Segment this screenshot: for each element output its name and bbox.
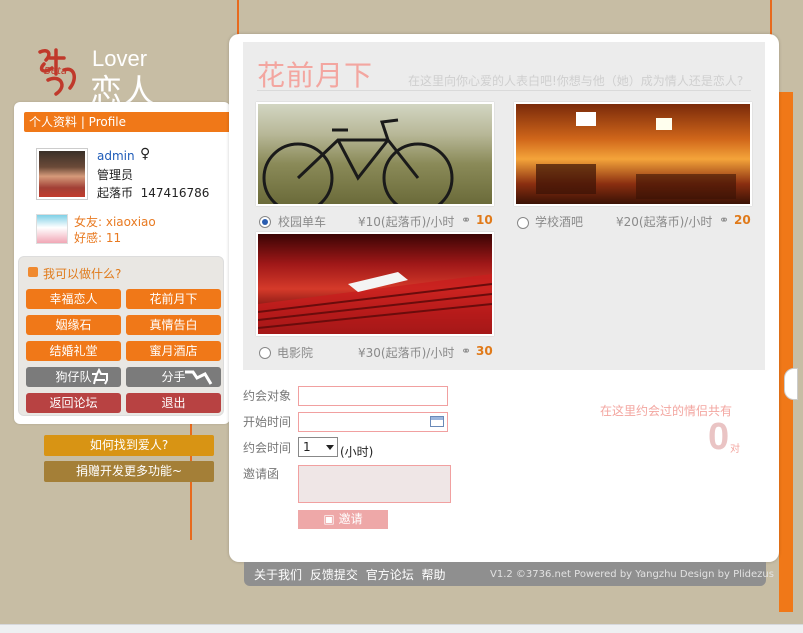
profile-bar: 个人资料 | Profile: [24, 112, 232, 132]
venue-count-cinema: 30: [476, 344, 493, 358]
chevron-down-icon[interactable]: [326, 445, 334, 450]
username-link[interactable]: admin: [97, 149, 135, 163]
actions-title: 我可以做什么?: [43, 267, 122, 281]
couples-unit: 对: [730, 444, 740, 455]
venue-photo-cinema[interactable]: [256, 232, 494, 336]
footer-link-about[interactable]: 关于我们: [254, 568, 302, 582]
venue-radio-bar[interactable]: [517, 217, 529, 229]
coin-icon: ¥: [358, 215, 366, 229]
affinity-value: 好感: 11: [74, 231, 122, 245]
action-button-wedding[interactable]: 结婚礼堂: [26, 341, 121, 361]
venue-cost-bar: ¥20(起落币)/小时: [616, 213, 712, 230]
invitation-textarea[interactable]: [298, 465, 451, 503]
footer-link-feedback[interactable]: 反馈提交: [310, 568, 358, 582]
start-time-input[interactable]: [298, 412, 448, 432]
invitation-label: 邀请函: [243, 467, 280, 481]
target-input[interactable]: [298, 386, 448, 406]
page-title: 花前月下: [257, 60, 374, 91]
venue-cost-text: 20(起落币)/小时: [623, 215, 713, 229]
target-label: 约会对象: [243, 389, 292, 403]
coin-icon: ¥: [616, 215, 624, 229]
invite-button[interactable]: ▣ 邀请: [298, 510, 388, 529]
duration-unit: (小时): [340, 445, 374, 459]
action-button-honeymoon[interactable]: 蜜月酒店: [126, 341, 221, 361]
venue-name-cinema: 电影院: [277, 346, 314, 360]
horizontal-scrollbar[interactable]: [0, 624, 803, 633]
venue-photo-bar[interactable]: [514, 102, 752, 206]
user-role: 管理员: [97, 168, 134, 182]
friend-name[interactable]: 女友: xiaoxiao: [74, 213, 156, 230]
page-subtitle: 在这里向你心爱的人表白吧!你想与他（她）成为情人还是恋人?: [408, 74, 744, 88]
action-button-breakup[interactable]: 分手: [126, 367, 221, 387]
action-button-paparazzi[interactable]: 狗仔队: [26, 367, 121, 387]
breakup-label: 分手: [161, 370, 186, 384]
venue-photo-bicycle[interactable]: [256, 102, 494, 214]
footer-copyright: V1.2 ©3736.net Powered by Yangzhu Design…: [490, 569, 774, 580]
friend-avatar[interactable]: [36, 214, 68, 244]
paparazzi-label: 狗仔队: [55, 370, 92, 384]
footer-link-help[interactable]: 帮助: [422, 568, 446, 582]
coin-balance: 起落币 147416786: [97, 184, 209, 201]
venue-name-bar: 学校酒吧: [535, 215, 584, 229]
invite-label: 邀请: [338, 512, 363, 526]
venue-cost-cinema: ¥30(起落币)/小时: [358, 344, 454, 361]
footer-links: 关于我们 反馈提交 官方论坛 帮助: [254, 566, 446, 583]
venue-radio-bicycle[interactable]: [259, 216, 271, 228]
side-handle[interactable]: [784, 368, 798, 400]
calendar-icon[interactable]: [430, 416, 444, 427]
avatar[interactable]: [36, 148, 88, 200]
venue-count-bicycle: 10: [476, 213, 493, 227]
duration-label: 约会时间: [243, 441, 292, 455]
logo-beta: Beta: [44, 66, 68, 77]
gender-icon: ♀: [140, 146, 151, 162]
message-icon: ▣: [323, 512, 335, 526]
coin-value: 147416786: [140, 186, 210, 200]
venue-cost-bicycle: ¥10(起落币)/小时: [358, 213, 454, 230]
venue-radio-cinema[interactable]: [259, 347, 271, 359]
dog-icon: [92, 368, 108, 385]
couple-icon: ⚭: [461, 213, 472, 227]
back-to-forum-button[interactable]: 返回论坛: [26, 393, 121, 413]
footer-link-forum[interactable]: 官方论坛: [366, 568, 414, 582]
donate-button[interactable]: 捐赠开发更多功能~: [44, 461, 214, 482]
title-divider: [257, 90, 751, 91]
folder-icon: [28, 267, 38, 277]
couples-count: 0: [708, 416, 730, 458]
start-time-label: 开始时间: [243, 415, 292, 429]
action-button-happy-lovers[interactable]: 幸福恋人: [26, 289, 121, 309]
right-orange-bar: [779, 92, 793, 612]
venue-name-bicycle: 校园单车: [278, 215, 327, 229]
logout-button[interactable]: 退出: [126, 393, 221, 413]
venue-cost-text: 30(起落币)/小时: [365, 346, 455, 360]
coin-icon: ¥: [358, 346, 366, 360]
couple-icon: ⚭: [719, 213, 730, 227]
help-find-lover-button[interactable]: 如何找到爱人?: [44, 435, 214, 456]
action-button-moonlight[interactable]: 花前月下: [126, 289, 221, 309]
action-button-fate-stone[interactable]: 姻缘石: [26, 315, 121, 335]
venue-cost-text: 10(起落币)/小时: [365, 215, 455, 229]
broken-heart-icon: [185, 370, 213, 385]
venue-count-bar: 20: [734, 213, 751, 227]
couple-icon: ⚭: [461, 344, 472, 358]
coin-label: 起落币: [97, 186, 134, 200]
action-button-confession[interactable]: 真情告白: [126, 315, 221, 335]
